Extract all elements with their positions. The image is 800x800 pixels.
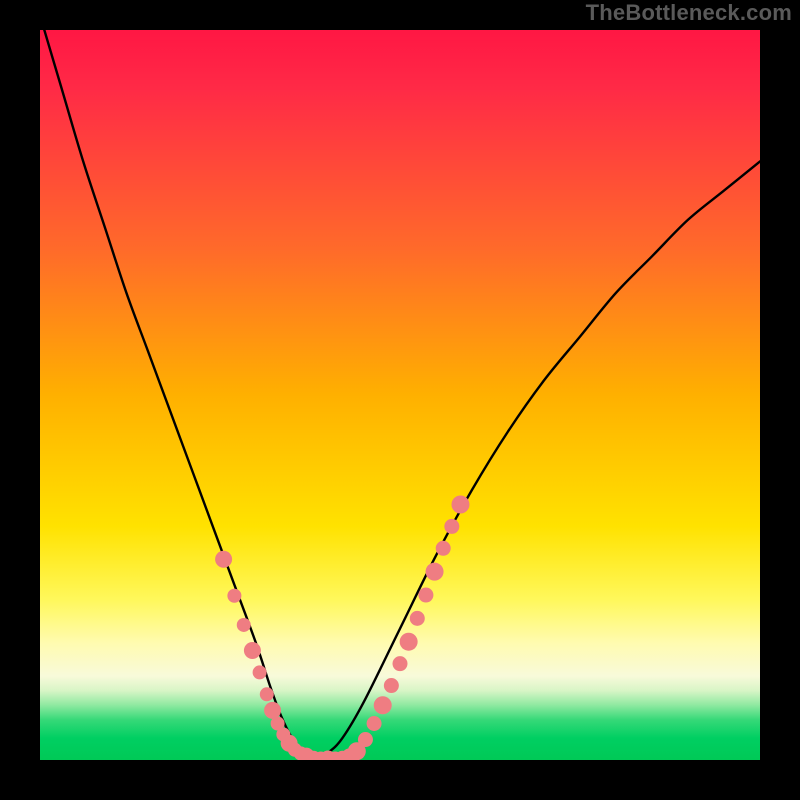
marker-dot bbox=[215, 551, 232, 568]
marker-dot bbox=[367, 716, 382, 731]
gradient-background bbox=[40, 30, 760, 760]
marker-dot bbox=[426, 563, 444, 581]
marker-dot bbox=[444, 519, 459, 534]
chart-svg bbox=[0, 0, 800, 800]
marker-dot bbox=[244, 642, 261, 659]
marker-dot bbox=[227, 589, 241, 603]
marker-dot bbox=[418, 588, 433, 603]
chart-frame: TheBottleneck.com bbox=[0, 0, 800, 800]
marker-dot bbox=[400, 633, 418, 651]
marker-dot bbox=[358, 732, 373, 747]
marker-dot bbox=[237, 618, 251, 632]
marker-dot bbox=[253, 665, 267, 679]
marker-dot bbox=[393, 656, 408, 671]
marker-dot bbox=[451, 496, 469, 514]
marker-dot bbox=[264, 702, 281, 719]
marker-dot bbox=[384, 678, 399, 693]
marker-dot bbox=[436, 541, 451, 556]
marker-dot bbox=[260, 687, 274, 701]
marker-dot bbox=[410, 611, 425, 626]
marker-dot bbox=[374, 696, 392, 714]
